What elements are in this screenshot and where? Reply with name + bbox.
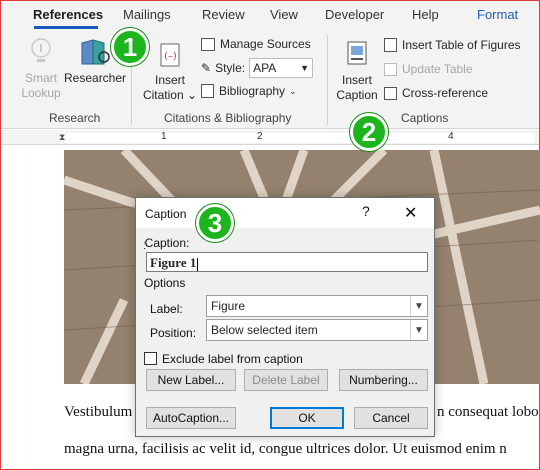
annotation-badge-1: 1 bbox=[111, 28, 149, 66]
citation-style-control: ✎ Style: APA ▼ bbox=[201, 58, 314, 78]
cancel-button[interactable]: Cancel bbox=[354, 407, 428, 429]
body-text-line-2: magna urna, facilisis ac velit id, congu… bbox=[64, 441, 507, 457]
exclude-label-checkbox[interactable] bbox=[144, 352, 157, 365]
caption-input-value: Figure 1 bbox=[150, 255, 197, 270]
indent-marker-icon: ⧗ bbox=[59, 132, 66, 142]
position-dropdown-value: Below selected item bbox=[211, 323, 318, 337]
citation-style-dropdown[interactable]: APA ▼ bbox=[249, 58, 314, 78]
manage-sources-label: Manage Sources bbox=[220, 37, 311, 51]
researcher-label: Researcher bbox=[64, 71, 127, 85]
delete-label-button[interactable]: Delete Label bbox=[244, 369, 328, 391]
style-icon: ✎ bbox=[201, 61, 212, 75]
ruler-text-area bbox=[64, 133, 534, 143]
update-table-icon bbox=[384, 62, 397, 76]
insert-citation-icon: (–) bbox=[160, 43, 180, 67]
exclude-label-text: Exclude label from caption bbox=[162, 352, 303, 366]
captions-group-label: Captions bbox=[401, 111, 449, 125]
position-field-label: Position: bbox=[150, 326, 197, 340]
smart-lookup-label-2: Lookup bbox=[21, 86, 61, 100]
update-table-button[interactable]: Update Table bbox=[384, 59, 473, 79]
insert-citation-button[interactable]: (–) Insert Citation ⌄ bbox=[141, 41, 199, 103]
numbering-button-label: Numbering... bbox=[349, 373, 418, 387]
cross-reference-button[interactable]: Cross-reference bbox=[384, 83, 488, 103]
bibliography-label: Bibliography bbox=[219, 84, 286, 98]
insert-caption-icon bbox=[347, 41, 367, 65]
ruler-number: 2 bbox=[257, 131, 263, 142]
horizontal-ruler[interactable]: 1 2 4 ⧗ bbox=[1, 130, 539, 145]
body-text-line-1-left: Vestibulum bbox=[64, 404, 133, 420]
smart-lookup-button[interactable]: Smart Lookup bbox=[19, 35, 63, 101]
insert-table-of-figures-button[interactable]: Insert Table of Figures bbox=[384, 35, 521, 55]
tab-help[interactable]: Help bbox=[412, 7, 439, 22]
chevron-down-icon: ▼ bbox=[410, 320, 427, 340]
manage-sources-icon bbox=[201, 37, 215, 51]
insert-caption-label-1: Insert bbox=[341, 73, 372, 87]
smart-lookup-label-1: Smart bbox=[24, 71, 57, 85]
tab-mailings[interactable]: Mailings bbox=[123, 7, 171, 22]
bibliography-button[interactable]: Bibliography ⌄ bbox=[201, 81, 297, 101]
lightbulb-icon bbox=[31, 38, 51, 62]
chevron-down-icon: ▼ bbox=[300, 63, 310, 73]
help-icon[interactable]: ? bbox=[362, 203, 370, 219]
bibliography-icon bbox=[201, 84, 214, 98]
cross-reference-icon bbox=[384, 86, 397, 100]
ok-button-label: OK bbox=[298, 411, 316, 425]
chevron-down-icon: ⌄ bbox=[289, 85, 297, 96]
tab-view[interactable]: View bbox=[270, 7, 298, 22]
label-dropdown-value: Figure bbox=[211, 299, 246, 313]
close-icon[interactable]: ✕ bbox=[404, 203, 417, 223]
ruler-number: 4 bbox=[448, 131, 454, 142]
annotation-badge-3: 3 bbox=[196, 204, 234, 242]
cancel-button-label: Cancel bbox=[372, 411, 410, 425]
new-label-button[interactable]: New Label... bbox=[146, 369, 236, 391]
position-dropdown[interactable]: Below selected item ▼ bbox=[206, 319, 428, 341]
new-label-button-label: New Label... bbox=[157, 373, 225, 387]
options-label: Options bbox=[144, 276, 186, 290]
table-of-figures-icon bbox=[384, 38, 397, 52]
caption-dialog: Caption ? ✕ CCaption: Figure 1 Options L… bbox=[135, 197, 435, 437]
autocaption-button-label: AutoCaption... bbox=[152, 411, 230, 425]
cross-reference-label: Cross-reference bbox=[402, 86, 489, 100]
caption-text-input[interactable]: Figure 1 bbox=[146, 252, 428, 272]
tab-developer[interactable]: Developer bbox=[325, 7, 384, 22]
tab-review[interactable]: Review bbox=[202, 7, 245, 22]
text-caret bbox=[197, 257, 199, 271]
ribbon: Smart Lookup Researcher Research (–) Ins… bbox=[1, 29, 539, 129]
style-value: APA bbox=[253, 61, 277, 75]
insert-caption-button[interactable]: Insert Caption bbox=[335, 39, 379, 103]
delete-label-button-label: Delete Label bbox=[252, 373, 320, 387]
update-table-label: Update Table bbox=[402, 62, 473, 76]
insert-citation-label-1: Insert bbox=[154, 73, 185, 87]
tab-references[interactable]: References bbox=[33, 7, 103, 22]
svg-text:(–): (–) bbox=[164, 51, 177, 62]
insert-table-of-figures-label: Insert Table of Figures bbox=[402, 38, 521, 52]
label-dropdown[interactable]: Figure ▼ bbox=[206, 295, 428, 317]
numbering-button[interactable]: Numbering... bbox=[339, 369, 428, 391]
caption-field-label: CCaption: bbox=[144, 236, 190, 250]
label-field-label: Label: bbox=[150, 302, 183, 316]
ribbon-tab-bar: References Mailings Review View Develope… bbox=[1, 1, 539, 29]
insert-citation-label-2: Citation ⌄ bbox=[142, 88, 198, 102]
body-text-line-1-right: n consequat lobo bbox=[437, 404, 539, 420]
citations-group-label: Citations & Bibliography bbox=[164, 111, 292, 125]
research-group-label: Research bbox=[49, 111, 101, 125]
manage-sources-button[interactable]: Manage Sources bbox=[201, 34, 311, 54]
tab-format[interactable]: Format bbox=[477, 7, 518, 22]
ruler-number: 1 bbox=[161, 131, 167, 142]
group-separator bbox=[327, 35, 328, 125]
caption-field-label-text: Caption: bbox=[144, 236, 190, 250]
autocaption-button[interactable]: AutoCaption... bbox=[146, 407, 236, 429]
dialog-title: Caption bbox=[145, 207, 187, 221]
insert-caption-label-2: Caption bbox=[336, 88, 378, 102]
annotation-badge-2: 2 bbox=[350, 113, 388, 151]
style-label: Style: bbox=[215, 61, 246, 75]
dialog-titlebar: Caption ? ✕ bbox=[136, 198, 434, 228]
ok-button[interactable]: OK bbox=[270, 407, 344, 429]
researcher-icon bbox=[81, 39, 110, 65]
chevron-down-icon: ▼ bbox=[410, 296, 427, 316]
